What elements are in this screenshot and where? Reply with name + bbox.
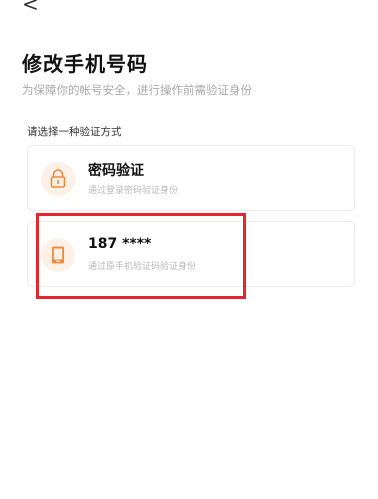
password-option-description: 通过登录密码验证身份 — [88, 186, 179, 196]
page-subtitle: 为保障你的帐号安全，进行操作前需验证身份 — [22, 83, 252, 97]
lock-icon — [41, 162, 75, 196]
password-option-title: 密码验证 — [88, 163, 144, 179]
highlight-annotation-box — [36, 213, 246, 299]
verification-section-label: 请选择一种验证方式 — [27, 126, 122, 138]
back-arrow-icon: < — [22, 0, 39, 16]
page-title: 修改手机号码 — [22, 52, 148, 76]
password-verification-option[interactable]: 密码验证 通过登录密码验证身份 — [27, 145, 355, 211]
back-button[interactable]: < — [22, 0, 44, 16]
